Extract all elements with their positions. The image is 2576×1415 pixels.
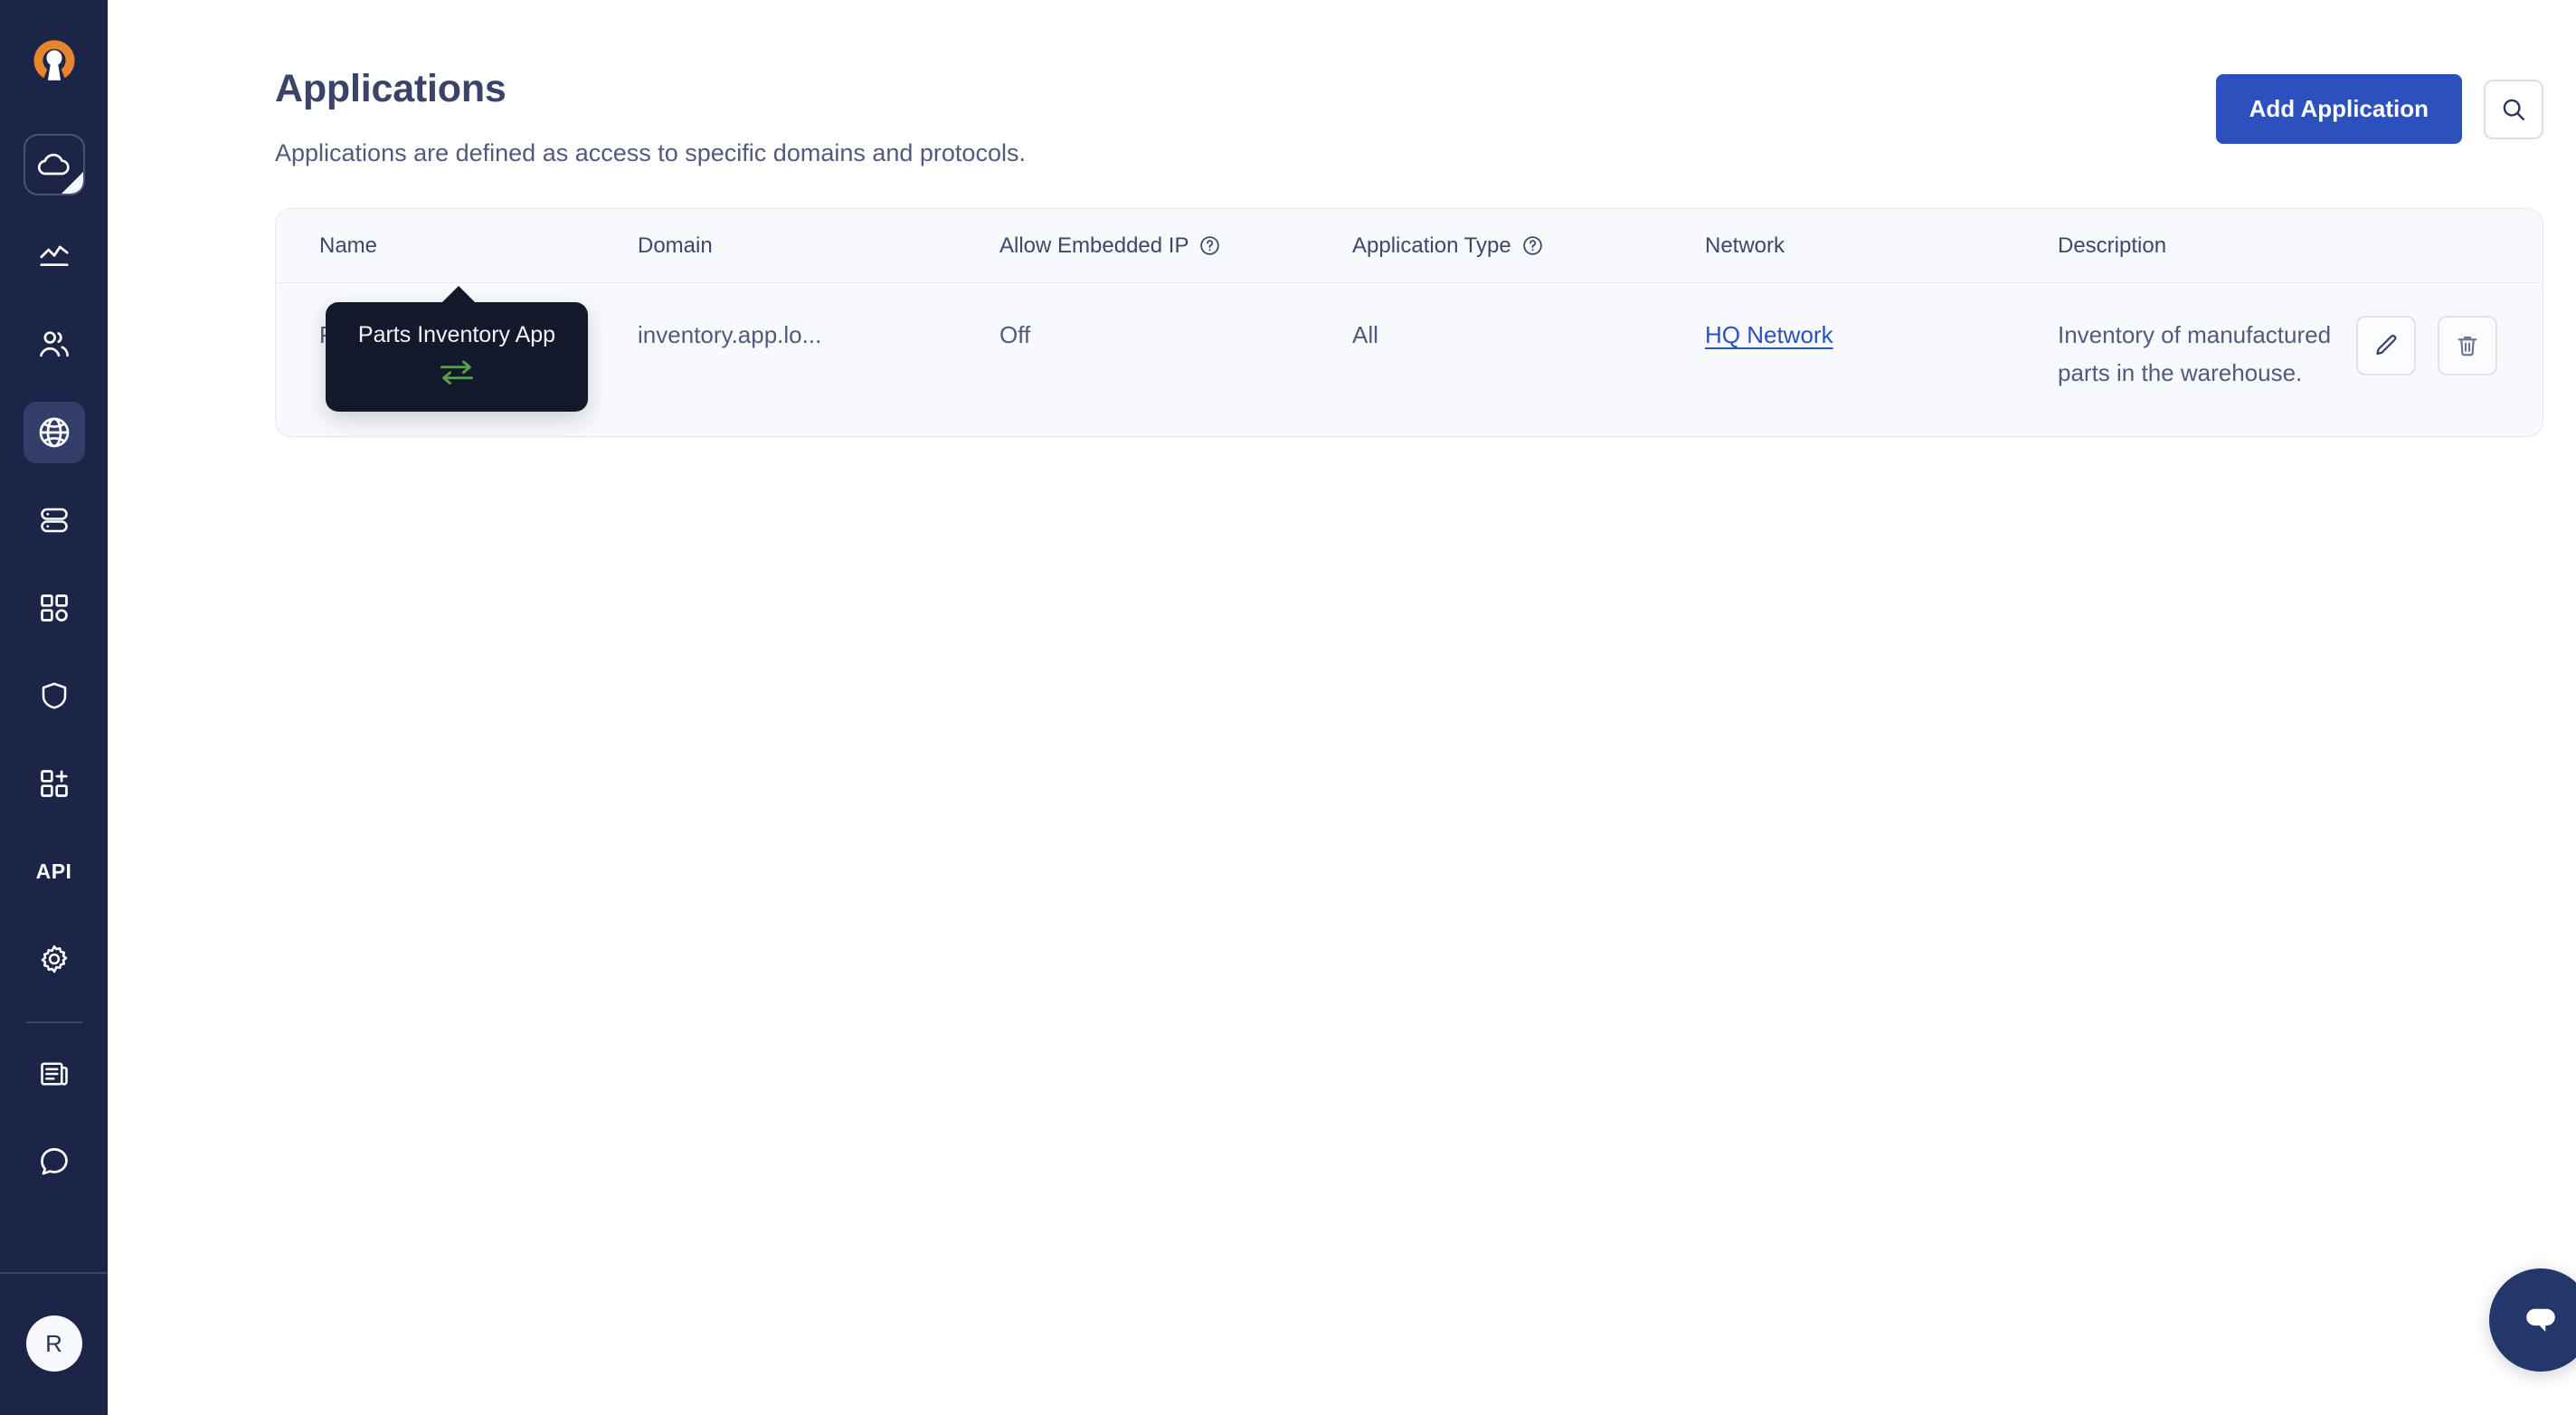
column-header-domain: Domain <box>638 233 999 259</box>
delete-application-button[interactable] <box>2438 316 2497 375</box>
avatar[interactable]: R <box>26 1315 82 1372</box>
table-row: Parts Inventory App... inventory.app.lo.… <box>276 283 2543 436</box>
applications-table: Name Domain Allow Embedded IP <box>275 208 2543 437</box>
header-actions: Add Application <box>2216 74 2543 144</box>
cell-actions <box>2356 316 2543 375</box>
help-circle-icon[interactable] <box>1521 234 1544 257</box>
tooltip-label: Parts Inventory App <box>354 322 560 348</box>
globe-icon <box>36 414 72 451</box>
column-header-name: Name <box>276 233 638 259</box>
sidebar-item-cloud[interactable] <box>24 134 85 195</box>
column-header-application-type: Application Type <box>1352 233 1705 259</box>
column-header-allow-embedded-ip: Allow Embedded IP <box>999 233 1352 259</box>
column-header-allow-embedded-ip-label: Allow Embedded IP <box>999 233 1189 259</box>
edit-application-button[interactable] <box>2356 316 2416 375</box>
search-button[interactable] <box>2484 80 2543 139</box>
page-title: Applications <box>275 69 1026 109</box>
column-header-network-label: Network <box>1705 233 1785 259</box>
column-header-description-label: Description <box>2058 233 2166 259</box>
sidebar-item-hosts[interactable] <box>24 489 85 551</box>
gear-icon <box>37 942 71 976</box>
grid-plus-icon <box>38 767 71 800</box>
chat-bubble-icon <box>37 1144 71 1179</box>
server-icon <box>38 504 71 537</box>
sidebar-nav: API <box>0 226 108 1219</box>
sidebar-item-security[interactable] <box>24 665 85 726</box>
sidebar-footer: R <box>0 1272 108 1415</box>
cell-description: Inventory of manufactured parts in the w… <box>2058 316 2356 392</box>
chart-line-icon <box>37 240 71 274</box>
help-circle-icon[interactable] <box>1198 234 1221 257</box>
sidebar-item-news[interactable] <box>24 1043 85 1105</box>
cell-domain[interactable]: inventory.app.lo... <box>638 316 999 354</box>
app-root: API <box>0 0 2576 1415</box>
pencil-icon <box>2372 332 2400 359</box>
cell-network: HQ Network <box>1705 316 2058 354</box>
sidebar: API <box>0 0 108 1415</box>
column-header-description: Description <box>2058 233 2356 259</box>
column-header-name-label: Name <box>319 233 377 259</box>
column-header-network: Network <box>1705 233 2058 259</box>
news-icon <box>38 1058 71 1090</box>
add-application-button[interactable]: Add Application <box>2216 74 2462 144</box>
chat-bubble-icon <box>2515 1295 2566 1345</box>
bidirectional-arrows-icon <box>354 356 560 387</box>
sidebar-item-networks[interactable] <box>24 402 85 463</box>
grid-apps-icon <box>38 592 71 624</box>
network-link[interactable]: HQ Network <box>1705 321 1833 348</box>
search-icon <box>2500 96 2527 123</box>
sidebar-item-settings[interactable] <box>24 928 85 990</box>
trash-icon <box>2454 332 2481 359</box>
page-subtitle: Applications are defined as access to sp… <box>275 139 1026 167</box>
api-text-icon: API <box>36 859 72 884</box>
sidebar-item-support[interactable] <box>24 1131 85 1192</box>
cell-application-type: All <box>1352 316 1705 354</box>
sidebar-item-api[interactable]: API <box>24 840 85 902</box>
column-header-domain-label: Domain <box>638 233 713 259</box>
page-header: Applications Applications are defined as… <box>275 69 2543 167</box>
sidebar-item-add-module[interactable] <box>24 753 85 814</box>
cell-allow-embedded-ip: Off <box>999 316 1352 354</box>
openvpn-logo-icon[interactable] <box>28 34 80 87</box>
corner-fold-decoration <box>62 172 83 194</box>
sidebar-footer-divider <box>0 1272 108 1274</box>
sidebar-item-users[interactable] <box>24 314 85 375</box>
shield-icon <box>38 679 71 712</box>
main-content: Applications Applications are defined as… <box>108 0 2576 1415</box>
name-tooltip: Parts Inventory App <box>326 302 588 412</box>
table-header-row: Name Domain Allow Embedded IP <box>276 209 2543 283</box>
sidebar-divider <box>26 1021 82 1023</box>
column-header-application-type-label: Application Type <box>1352 233 1511 259</box>
users-icon <box>37 328 71 362</box>
sidebar-item-applications[interactable] <box>24 577 85 639</box>
sidebar-item-analytics[interactable] <box>24 226 85 288</box>
chat-support-fab[interactable] <box>2489 1268 2576 1372</box>
page-header-text: Applications Applications are defined as… <box>275 69 1026 167</box>
